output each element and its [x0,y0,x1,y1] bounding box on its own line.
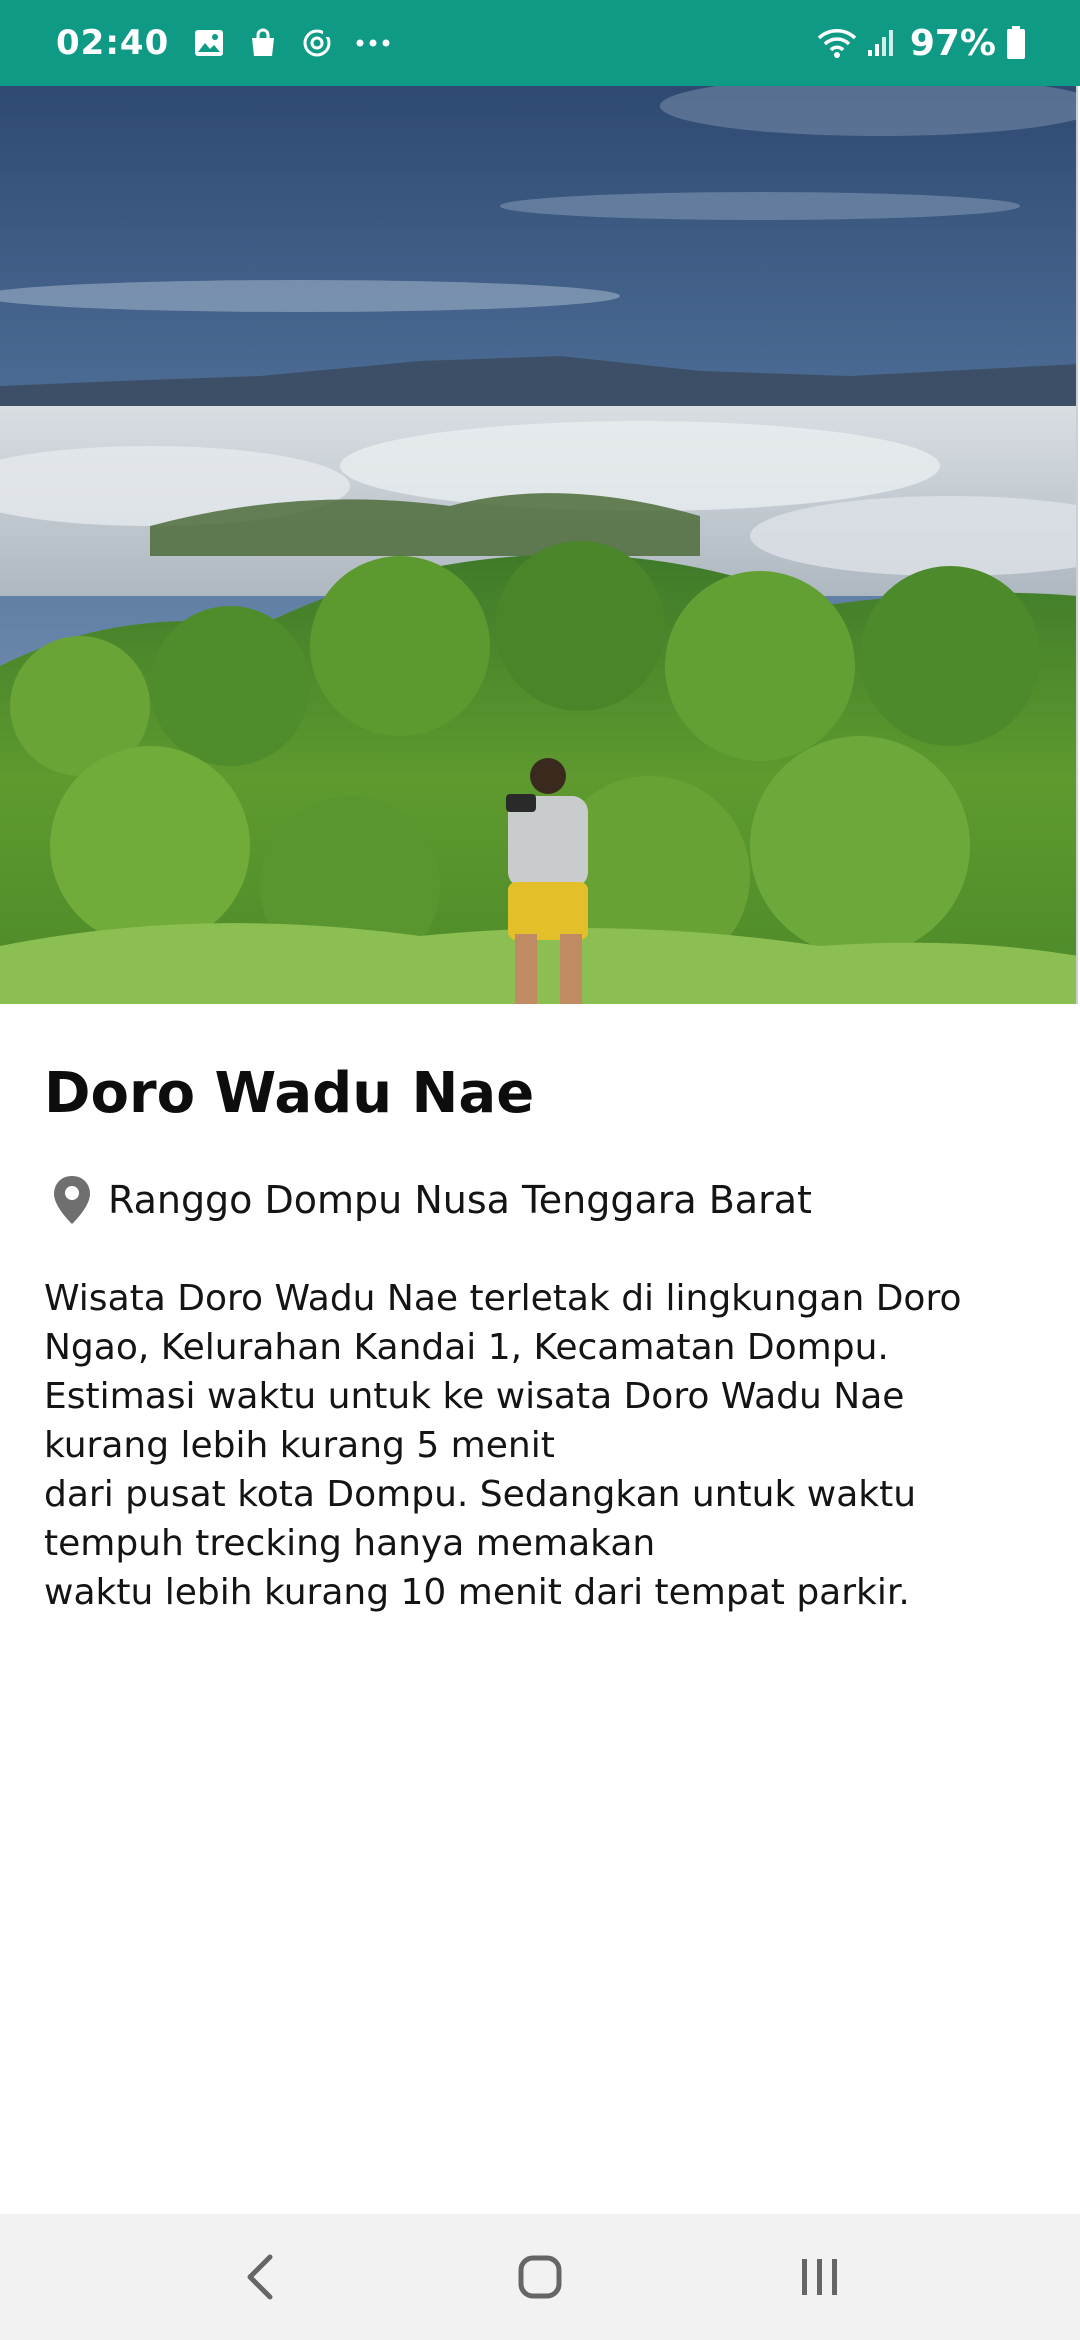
hero-image [0,86,1078,1004]
recents-icon [802,2259,837,2295]
more-dots-icon [355,38,391,48]
home-icon [518,2255,562,2299]
wifi-icon [816,26,858,60]
recents-button[interactable] [760,2227,880,2327]
status-bar: 02:40 97% [0,0,1080,86]
status-time: 02:40 [56,23,170,63]
back-chevron-icon [247,2254,273,2300]
sync-icon [301,27,333,59]
location-text: Ranggo Dompu Nusa Tenggara Barat [108,1178,812,1222]
place-content: Doro Wadu Nae Ranggo Dompu Nusa Tenggara… [44,1004,1044,1617]
status-right: 97% [816,23,1026,64]
place-description: Wisata Doro Wadu Nae terletak di lingkun… [44,1278,962,1613]
status-left: 02:40 [56,23,413,63]
home-button[interactable] [480,2227,600,2327]
battery-percent: 97% [909,22,996,64]
shopping-bag-icon [247,27,279,59]
signal-icon [866,28,896,58]
navigation-bar [0,2214,1080,2340]
location-row: Ranggo Dompu Nusa Tenggara Barat [44,1174,1044,1226]
gallery-icon [193,28,225,58]
location-pin-icon [54,1176,90,1224]
back-button[interactable] [200,2227,320,2327]
place-title: Doro Wadu Nae [44,1061,535,1126]
battery-icon [1006,26,1026,60]
landscape-photo [0,86,1076,1004]
